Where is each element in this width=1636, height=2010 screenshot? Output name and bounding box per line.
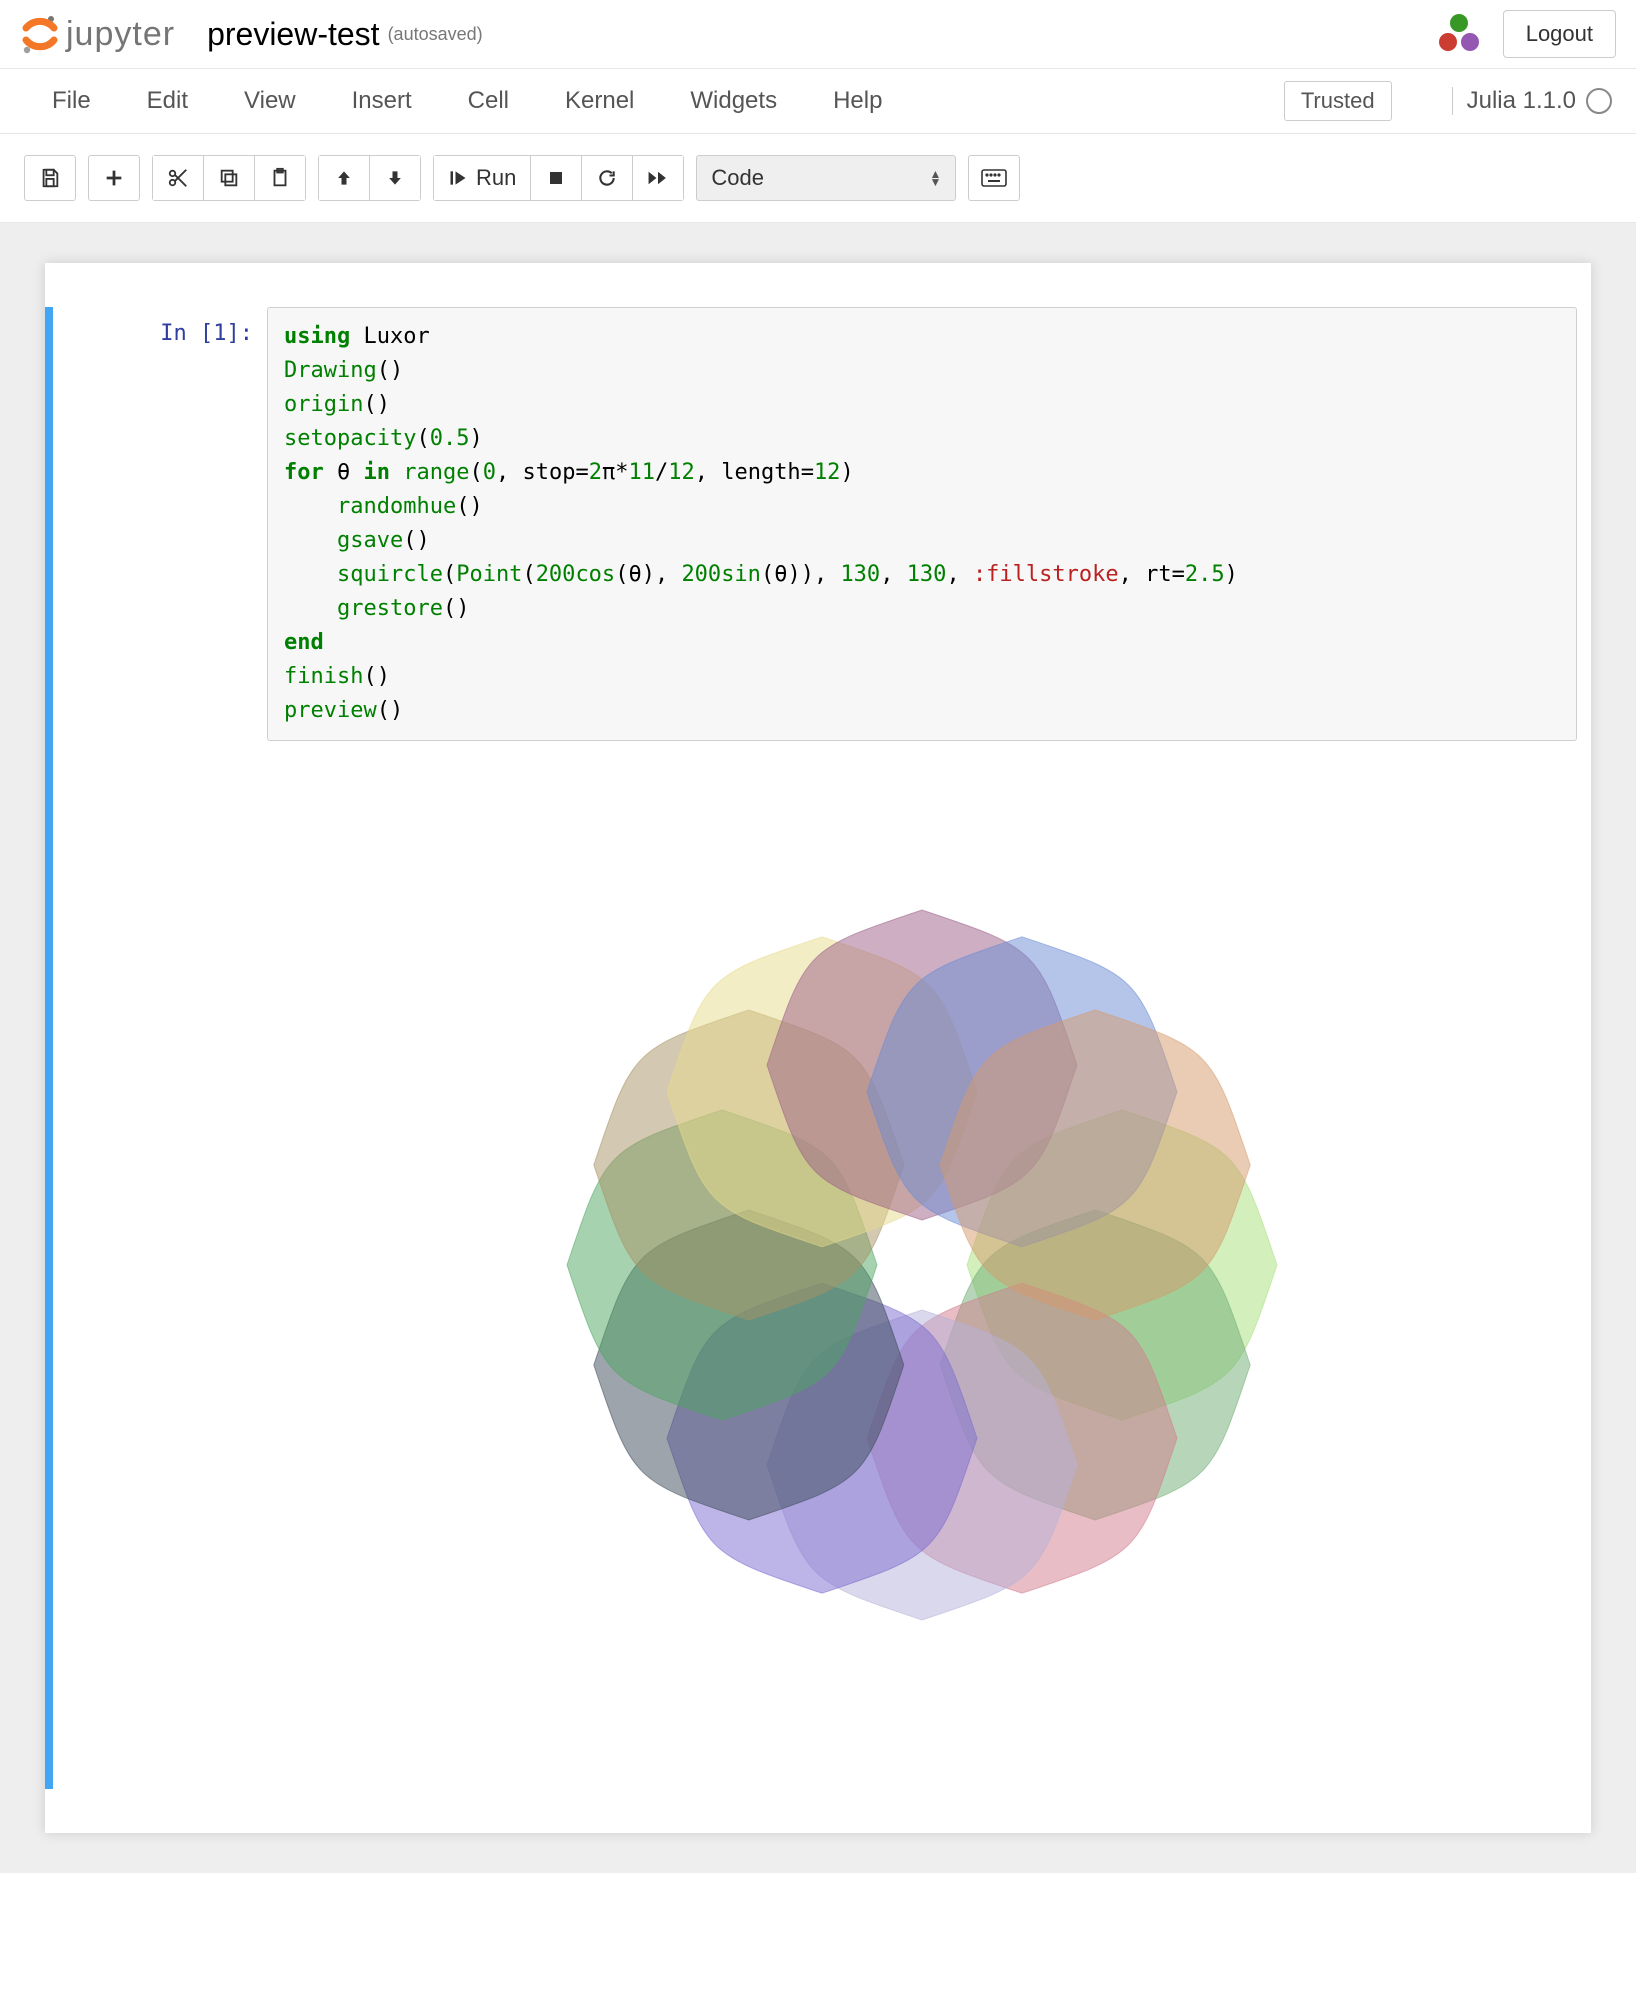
notebook-header: jupyter preview-test (autosaved) Logout (0, 0, 1636, 69)
run-group: Run (433, 155, 684, 201)
cut-button[interactable] (153, 156, 204, 200)
menu-insert[interactable]: Insert (324, 87, 440, 115)
notebook-name[interactable]: preview-test (207, 16, 380, 53)
restart-icon (597, 168, 617, 188)
arrow-down-icon (385, 168, 405, 188)
save-button[interactable] (24, 155, 76, 201)
copy-button[interactable] (204, 156, 255, 200)
paste-icon (269, 167, 291, 189)
move-group (318, 155, 421, 201)
select-arrows-icon: ▲▼ (929, 170, 941, 186)
code-input-area[interactable]: using Luxor Drawing() origin() setopacit… (267, 307, 1577, 741)
toolbar: Run Code ▲▼ (0, 134, 1636, 223)
plus-icon (103, 167, 125, 189)
insert-cell-button[interactable] (88, 155, 140, 201)
fast-forward-icon (647, 168, 669, 188)
notebook-background: In [1]: using Luxor Drawing() origin() s… (0, 223, 1636, 1873)
divider (1452, 87, 1453, 115)
restart-button[interactable] (582, 156, 633, 200)
run-button-label: Run (476, 165, 516, 191)
run-step-icon (448, 168, 468, 188)
copy-icon (218, 167, 240, 189)
jupyter-logo-text: jupyter (66, 15, 175, 54)
menu-kernel[interactable]: Kernel (537, 87, 662, 115)
command-palette-button[interactable] (968, 155, 1020, 201)
autosave-status: (autosaved) (388, 24, 483, 45)
clipboard-group (152, 155, 306, 201)
keyboard-icon (981, 169, 1007, 187)
luxor-output-svg (422, 765, 1422, 1765)
stop-icon (547, 169, 565, 187)
menu-edit[interactable]: Edit (119, 87, 216, 115)
julia-logo-icon (1431, 12, 1479, 56)
scissors-icon (167, 167, 189, 189)
menu-help[interactable]: Help (805, 87, 910, 115)
run-button[interactable]: Run (434, 156, 531, 200)
arrow-up-icon (334, 168, 354, 188)
kernel-status-idle-icon (1586, 88, 1612, 114)
notebook-container: In [1]: using Luxor Drawing() origin() s… (45, 263, 1591, 1833)
menu-cell[interactable]: Cell (440, 87, 537, 115)
cell-type-value: Code (711, 165, 764, 191)
kernel-name[interactable]: Julia 1.1.0 (1467, 87, 1576, 115)
code-cell[interactable]: In [1]: using Luxor Drawing() origin() s… (45, 307, 1591, 1789)
cell-output (267, 741, 1577, 1789)
menubar: File Edit View Insert Cell Kernel Widget… (0, 69, 1636, 134)
interrupt-button[interactable] (531, 156, 582, 200)
cell-type-select[interactable]: Code ▲▼ (696, 155, 956, 201)
trusted-indicator[interactable]: Trusted (1284, 81, 1392, 121)
save-icon (39, 167, 61, 189)
menu-view[interactable]: View (216, 87, 324, 115)
jupyter-logo[interactable]: jupyter (20, 14, 175, 54)
move-up-button[interactable] (319, 156, 370, 200)
menu-widgets[interactable]: Widgets (662, 87, 805, 115)
move-down-button[interactable] (370, 156, 420, 200)
menu-file[interactable]: File (24, 87, 119, 115)
input-prompt: In [1]: (53, 307, 267, 1789)
paste-button[interactable] (255, 156, 305, 200)
logout-button[interactable]: Logout (1503, 10, 1616, 58)
restart-run-all-button[interactable] (633, 156, 683, 200)
